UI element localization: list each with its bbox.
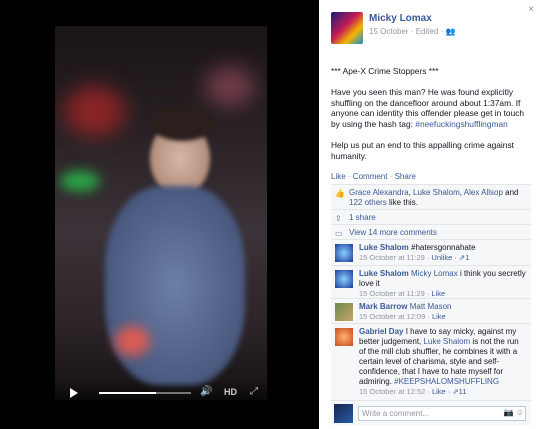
post-paragraph: Have you seen this man? He was found exp… (331, 87, 531, 130)
comment-input-icons: 📷 ☺ (504, 408, 524, 417)
liker-name[interactable]: Grace Alexandra (349, 188, 409, 197)
close-icon[interactable]: × (528, 4, 534, 15)
comment-time: 15 October at 11:29 · (359, 289, 432, 298)
post-hashtag[interactable]: #neefuckingshufflingman (415, 119, 508, 129)
comment-like-count[interactable]: · ⇗1 (452, 253, 469, 262)
avatar[interactable] (335, 303, 353, 321)
shares-count[interactable]: 1 share (349, 213, 376, 222)
comment-meta: 15 October at 11:29 · Like (359, 289, 445, 298)
comment-body: #hatersgonnahate (408, 243, 476, 252)
unlike-link[interactable]: Unlike (431, 253, 452, 262)
emoji-icon[interactable]: ☺ (516, 408, 524, 417)
comment-hashtag[interactable]: #KEEPSHALOMSHUFFLING (394, 377, 499, 386)
comment-time: 15 October at 12:09 · (359, 312, 432, 321)
audience-icon[interactable]: 👥 (445, 27, 455, 36)
avatar[interactable] (335, 270, 353, 288)
comment-meta: 15 October at 12:09 · Like (359, 312, 446, 321)
comment-author[interactable]: Luke Shalom (359, 269, 409, 278)
video-shirt (105, 186, 245, 386)
write-comment-box: Write a comment... 📷 ☺ (331, 400, 531, 425)
share-link[interactable]: Share (395, 172, 416, 181)
post-date: 15 October · Edited · (369, 27, 446, 36)
liker-name[interactable]: Luke Shalom (413, 188, 460, 197)
comment-input[interactable]: Write a comment... (358, 406, 526, 421)
post-body: *** Ape-X Crime Stoppers *** Have you se… (331, 66, 531, 172)
comment-tag[interactable]: Micky Lomax (411, 269, 458, 278)
video-light-red (65, 86, 125, 136)
post-title: *** Ape-X Crime Stoppers *** (331, 66, 439, 76)
comment-author[interactable]: Mark Barrow (359, 302, 407, 311)
camera-icon[interactable]: 📷 (504, 408, 514, 417)
video-progress-bar[interactable] (99, 392, 191, 394)
likes-box: 👍 Grace Alexandra, Luke Shalom, Alex All… (331, 184, 531, 211)
post-closing: Help us put an end to this appalling cri… (331, 139, 514, 161)
comment-author[interactable]: Gabriel Day (359, 327, 403, 336)
comment-tag[interactable]: Matt Mason (410, 302, 452, 311)
share-icon: ⇪ (335, 214, 342, 223)
volume-icon[interactable]: 🔊 (200, 386, 212, 397)
avatar[interactable] (335, 244, 353, 262)
video-light-green (60, 171, 100, 191)
comment-link[interactable]: Comment (353, 172, 388, 181)
separator: · (345, 172, 353, 181)
like-link[interactable]: Like (432, 387, 446, 396)
comment-item: Gabriel Day I have to say micky, against… (331, 323, 531, 400)
comment-like-count[interactable]: · ⇗11 (446, 387, 467, 396)
hd-toggle[interactable]: HD (224, 387, 237, 397)
video-controls: 🔊 HD ⤢ (55, 380, 267, 406)
comment-item: Luke Shalom #hatersgonnahate 15 October … (331, 239, 531, 265)
post-meta: 15 October · Edited · 👥 (369, 27, 455, 36)
comment-item: Luke Shalom Micky Lomax i think you secr… (331, 265, 531, 298)
play-icon[interactable] (70, 388, 78, 398)
post-author[interactable]: Micky Lomax (369, 13, 432, 24)
comment-item: Mark Barrow Matt Mason 15 October at 12:… (331, 298, 531, 323)
like-link[interactable]: Like (431, 289, 445, 298)
comment-meta: 15 October at 12:52 · Like · ⇗11 (359, 387, 466, 396)
liker-name[interactable]: Alex Allsop (464, 188, 503, 197)
like-link[interactable]: Like (331, 172, 346, 181)
avatar (334, 404, 353, 423)
video-hand-glow (115, 326, 150, 356)
avatar[interactable] (331, 12, 363, 44)
comment-text: Mark Barrow Matt Mason 15 October at 12:… (331, 299, 531, 324)
likes-and: and (502, 188, 519, 197)
avatar[interactable] (335, 328, 353, 346)
view-more-comments-link[interactable]: View 14 more comments (349, 228, 437, 237)
comment-text: Luke Shalom Micky Lomax i think you secr… (331, 266, 531, 301)
thumbs-up-icon: 👍 (335, 189, 345, 198)
comment-tag[interactable]: Luke Shalom (423, 337, 470, 346)
expand-icon[interactable]: ⤢ (250, 386, 258, 397)
like-link[interactable]: Like (432, 312, 446, 321)
likes-others-link[interactable]: 122 others (349, 198, 387, 207)
comment-icon: ▭ (335, 229, 343, 238)
video-progress-fill (99, 392, 157, 394)
comment-time: 15 October at 11:29 · (359, 253, 432, 262)
comment-text: Luke Shalom #hatersgonnahate 15 October … (331, 240, 531, 265)
post-actions: Like · Comment · Share (331, 172, 416, 181)
video-hair (150, 106, 215, 141)
post-panel: × Micky Lomax 15 October · Edited · 👥 **… (319, 0, 540, 429)
comment-time: 15 October at 12:52 · (359, 387, 432, 396)
comment-author[interactable]: Luke Shalom (359, 243, 409, 252)
likes-row: 👍 Grace Alexandra, Luke Shalom, Alex All… (335, 188, 519, 207)
separator: · (387, 172, 395, 181)
video-player[interactable] (55, 26, 267, 400)
video-light-pink (205, 66, 255, 106)
comment-text: Gabriel Day I have to say micky, against… (331, 324, 531, 399)
likes-suffix: like this. (386, 198, 418, 207)
comment-meta: 15 October at 11:29 · Unlike · ⇗1 (359, 253, 469, 262)
